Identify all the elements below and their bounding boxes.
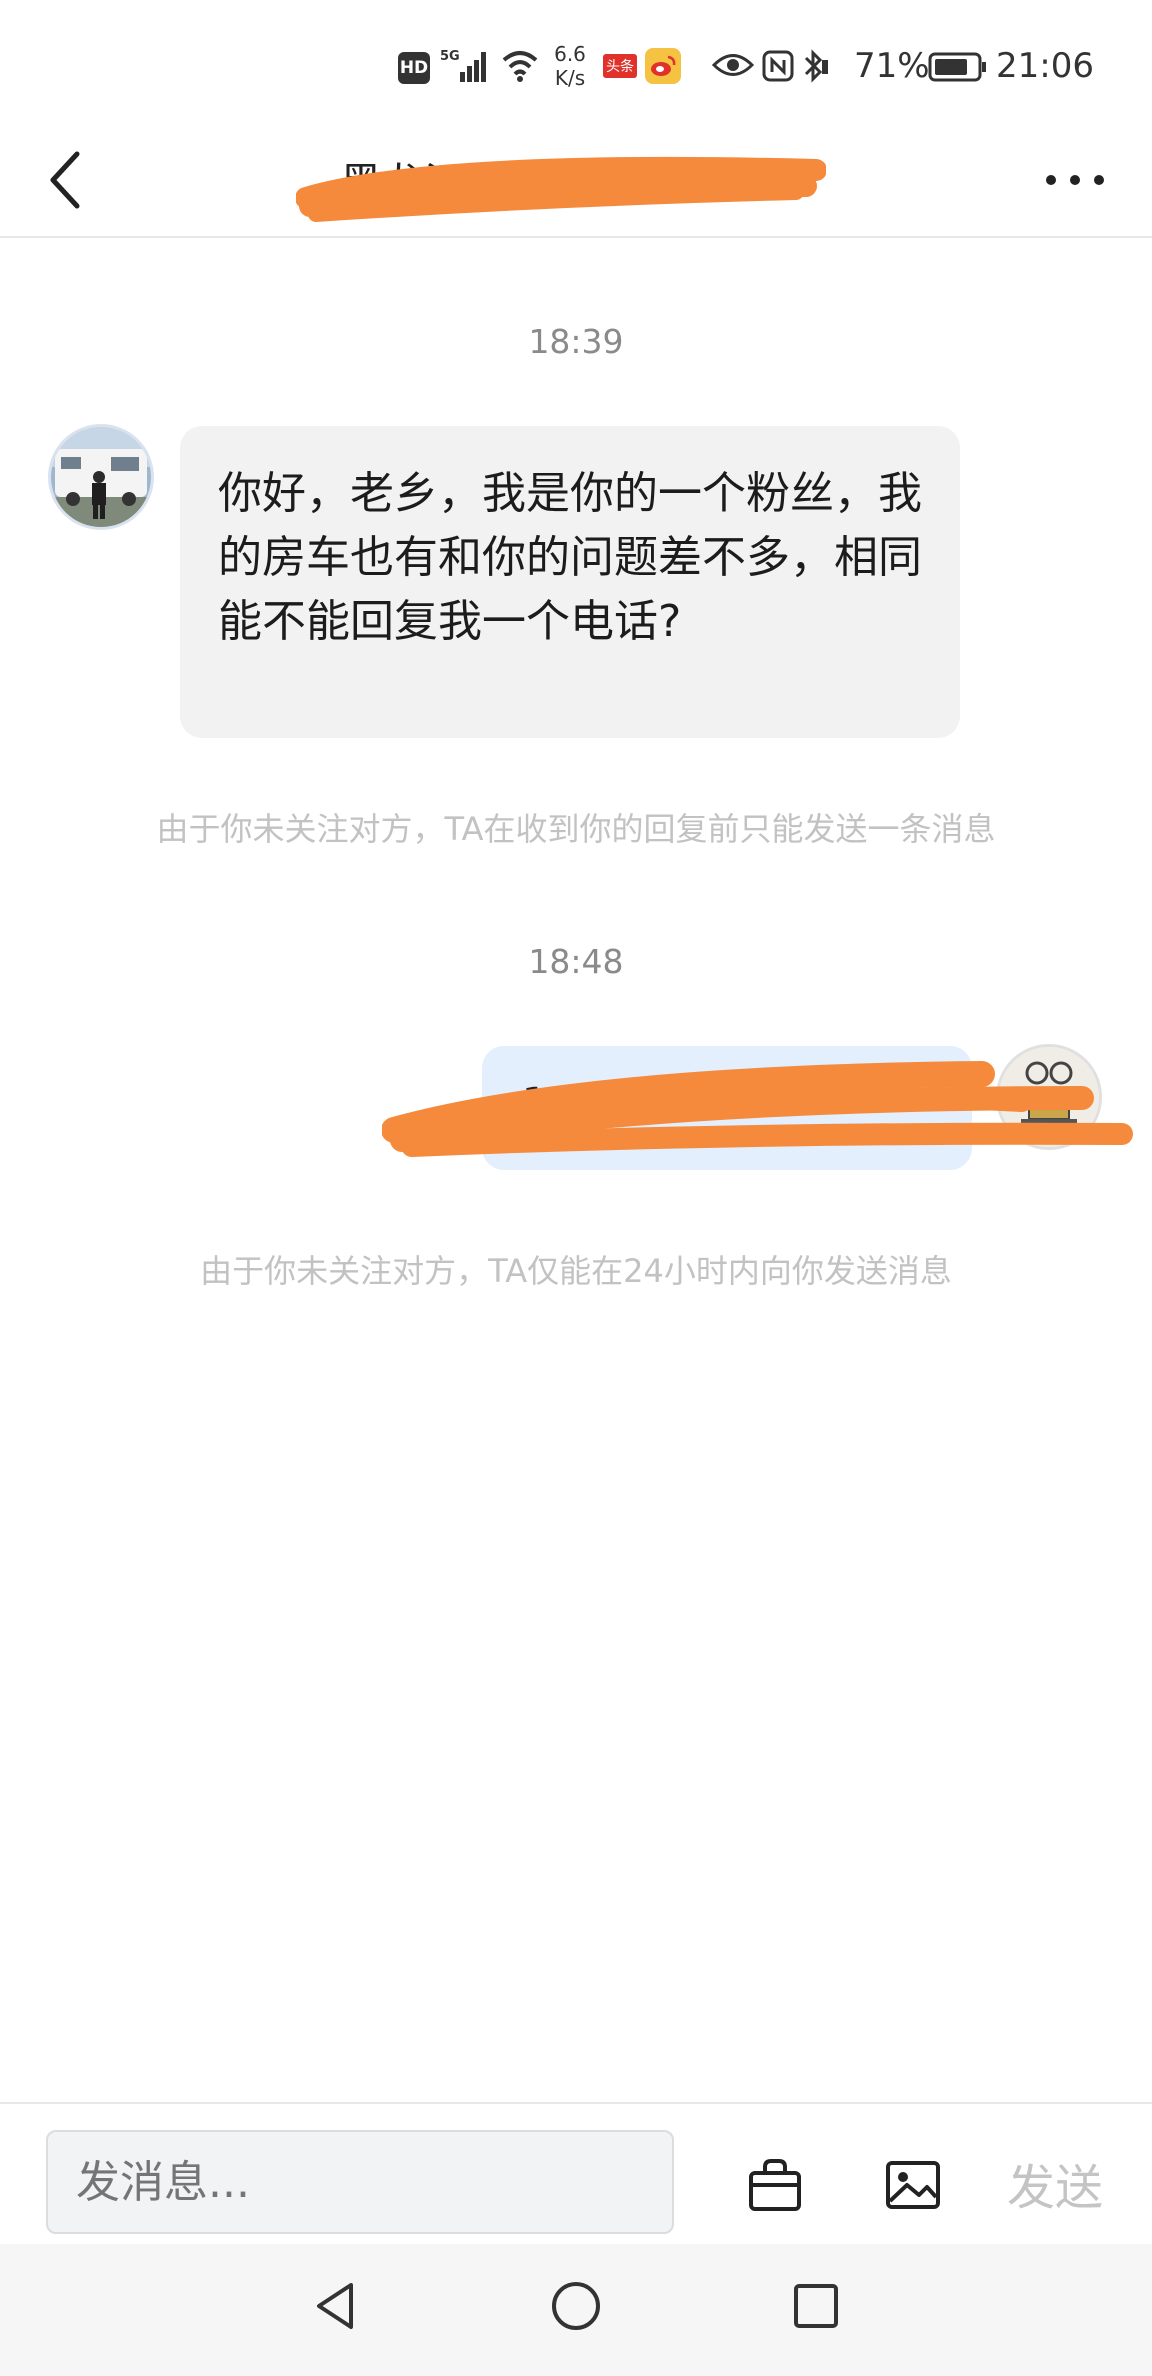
weibo-icon (645, 48, 681, 84)
battery-icon (928, 52, 988, 82)
system-nav-bar (0, 2244, 1152, 2376)
image-icon (886, 2161, 940, 2209)
speed-unit: K/s (554, 66, 586, 90)
hd-icon: HD (398, 52, 430, 84)
back-button[interactable] (40, 140, 90, 220)
more-horizontal-icon (1046, 175, 1104, 185)
toutiao-icon: 头条 (603, 54, 637, 78)
image-button[interactable] (880, 2152, 946, 2218)
system-notice: 由于你未关注对方，TA仅能在24小时内向你发送消息 (200, 1252, 952, 1290)
nav-recent-icon (794, 2284, 838, 2328)
message-timestamp: 18:39 (528, 322, 624, 361)
shopping-bag-icon (749, 2159, 801, 2211)
message-input[interactable] (46, 2130, 674, 2234)
send-button[interactable]: 发送 (1000, 2148, 1110, 2218)
redaction-scribble (296, 156, 826, 222)
network-label: 5G (440, 49, 460, 64)
chevron-left-icon (50, 151, 80, 209)
shop-button[interactable] (742, 2152, 808, 2218)
nav-home-icon (552, 2282, 600, 2330)
signal-icon: 5G (440, 46, 492, 86)
speed-value: 6.6 (554, 42, 586, 66)
nav-back-button[interactable] (296, 2266, 376, 2346)
rv-photo-avatar-icon (51, 427, 151, 527)
message-timestamp: 18:48 (528, 942, 624, 981)
nav-recent-button[interactable] (776, 2266, 856, 2346)
battery-percent: 71% (854, 46, 930, 86)
nav-home-button[interactable] (536, 2266, 616, 2346)
eye-icon (712, 50, 754, 80)
message-text: 你好，老乡，我是你的一个粉丝，我的房车也有和你的问题差不多，相同能不能回复我一个… (218, 468, 922, 647)
wifi-icon (500, 48, 540, 84)
received-message-bubble[interactable]: 你好，老乡，我是你的一个粉丝，我的房车也有和你的问题差不多，相同能不能回复我一个… (180, 426, 960, 738)
bluetooth-icon (800, 48, 830, 84)
more-options-button[interactable] (1040, 150, 1110, 210)
status-bar: HD 5G 6.6 K/s 头条 71% 21:06 (0, 0, 1152, 130)
hd-label: HD (399, 58, 429, 78)
network-speed: 6.6 K/s (548, 40, 592, 92)
redaction-scribble (382, 1061, 1133, 1157)
system-notice: 由于你未关注对方，TA在收到你的回复前只能发送一条消息 (156, 810, 996, 848)
message-input-bar: 发送 (0, 2102, 1152, 2244)
clock-time: 21:06 (996, 46, 1094, 86)
nfc-icon (762, 50, 794, 82)
toutiao-label: 头条 (606, 59, 634, 75)
chat-header: 黑龙江房车自… (0, 130, 1152, 238)
nav-back-icon (317, 2283, 353, 2329)
avatar[interactable] (48, 424, 154, 530)
